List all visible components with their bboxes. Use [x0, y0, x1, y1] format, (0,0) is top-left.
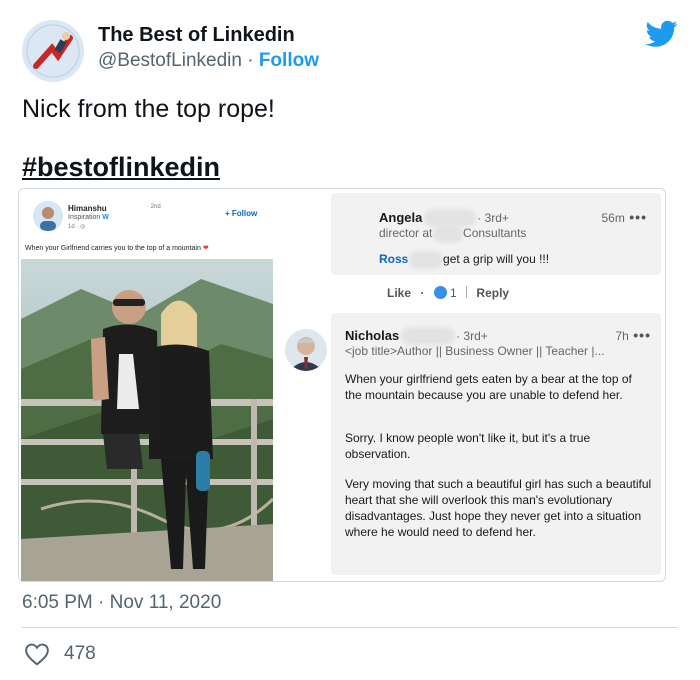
comment-body: Ross get a grip will you !!! — [379, 252, 550, 266]
comment-paragraph: Sorry. I know people won't like it, but … — [345, 431, 591, 461]
author-avatar[interactable] — [22, 20, 84, 82]
linkedin-post: Himanshu Inspiration W 1d · ◎ · 2nd + Fo… — [19, 189, 281, 581]
linkedin-author-name[interactable]: Himanshu — [68, 204, 107, 213]
comment-nicholas: Nicholas · 3rd+ 7h ••• <job title>Author… — [331, 313, 661, 575]
comment-time: 7h — [615, 329, 629, 343]
heart-icon[interactable] — [24, 642, 50, 666]
separator-dot: · — [247, 50, 254, 71]
more-options-icon[interactable]: ••• — [633, 327, 651, 343]
linkedin-post-time: 1d · ◎ — [68, 224, 86, 230]
comment-degree: · 3rd+ — [477, 211, 509, 225]
verified-icon: W — [102, 214, 109, 221]
comment-actions: Like · 1 Reply — [387, 286, 510, 300]
author-handle-line: @BestofLinkedin · Follow — [98, 50, 319, 72]
comment-paragraph: Very moving that such a beautiful girl h… — [345, 477, 652, 539]
globe-icon: ◎ — [80, 224, 86, 230]
reaction-count: 1 — [450, 286, 457, 300]
comment-author-name[interactable]: Nicholas — [345, 328, 399, 343]
hashtag-link[interactable]: #bestoflinkedin — [22, 152, 220, 183]
redacted-company — [435, 227, 460, 240]
commenter-avatar[interactable] — [285, 329, 327, 371]
follow-button[interactable]: Follow — [259, 50, 319, 71]
redacted-surname — [426, 211, 473, 224]
comment-time: 56m — [601, 211, 625, 225]
comment-angela: Angela · 3rd+ director at Consultants 56… — [331, 193, 661, 275]
divider — [22, 627, 678, 628]
couple-photo — [21, 259, 273, 581]
comment-author-name[interactable]: Angela — [379, 210, 422, 225]
comment-paragraph: When your girlfriend gets eaten by a bea… — [345, 372, 632, 402]
tweet-text: Nick from the top rope! — [22, 95, 275, 123]
author-handle[interactable]: @BestofLinkedin — [98, 50, 242, 71]
reply-action[interactable]: Reply — [476, 286, 509, 300]
twitter-bird-icon[interactable] — [646, 20, 678, 48]
linkedin-author-avatar — [33, 201, 63, 231]
tweet-media[interactable]: Himanshu Inspiration W 1d · ◎ · 2nd + Fo… — [18, 188, 666, 582]
comment-author-title: director at Consultants — [379, 226, 527, 240]
like-reaction-icon — [433, 286, 447, 299]
comment-author-headline: <job title>Author || Business Owner || T… — [345, 344, 605, 358]
more-options-icon[interactable]: ••• — [629, 209, 647, 225]
linkedin-post-text: When your Girlfriend carries you to the … — [25, 245, 209, 252]
redacted-surname — [403, 329, 452, 342]
like-count: 478 — [64, 643, 96, 664]
linkedin-degree: · 2nd — [147, 204, 161, 210]
mention-link[interactable]: Ross — [379, 252, 408, 266]
author-name[interactable]: The Best of Linkedin — [98, 24, 295, 47]
linkedin-follow-button[interactable]: + Follow — [225, 209, 257, 218]
like-action[interactable]: Like — [387, 286, 411, 300]
redacted-mention — [411, 253, 440, 266]
comment-degree: · 3rd+ — [456, 329, 488, 343]
linkedin-author-headline: Inspiration W — [68, 214, 109, 221]
heart-emoji-icon: ❤ — [202, 245, 209, 252]
tweet-timestamp[interactable]: 6:05 PM · Nov 11, 2020 — [22, 592, 221, 614]
